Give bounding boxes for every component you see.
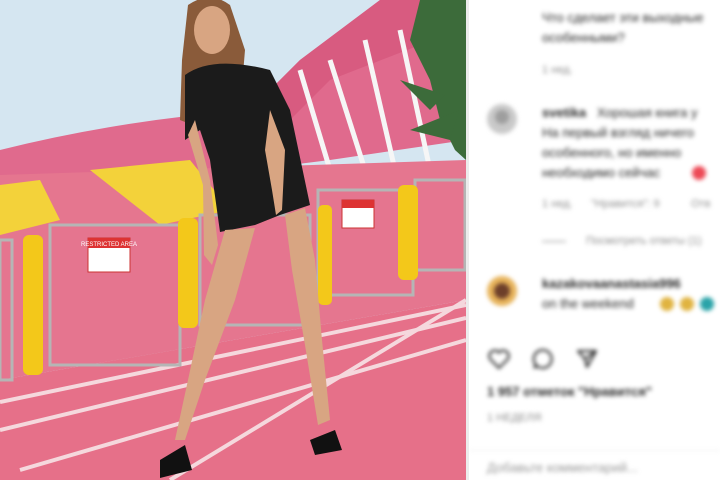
- comment-2-username[interactable]: svetika: [542, 105, 586, 120]
- comment-2-time: 1 нед.: [542, 198, 573, 210]
- avatar[interactable]: [487, 276, 517, 306]
- comment-icon[interactable]: [531, 347, 555, 371]
- comment-3-line1: on the weekend: [542, 296, 634, 311]
- heart-icon[interactable]: [487, 347, 511, 371]
- photo-illustration: RESTRICTED AREA: [0, 0, 466, 480]
- comment-1-line2: особенными?: [542, 30, 625, 45]
- comment-2-line3: особенного, но именно: [542, 145, 682, 160]
- comment-2-line4: необходимо сейчас: [542, 165, 661, 180]
- comment-2-line2: На первый взгляд ничего: [542, 125, 694, 140]
- comment-1-line1: Что сделает эти выходные: [542, 10, 704, 25]
- comment-2-reply-button[interactable]: Отв: [691, 198, 710, 210]
- comment-3-username[interactable]: kazakovaanastasia996: [542, 276, 681, 291]
- send-icon[interactable]: [575, 347, 599, 371]
- post-photo[interactable]: RESTRICTED AREA: [0, 0, 466, 480]
- comments-panel: Что сделает эти выходные особенными? 1 н…: [469, 0, 720, 480]
- avatar[interactable]: [487, 104, 517, 134]
- emoji-icon: [700, 297, 714, 311]
- comment-2-line1: Хорошая книга у: [597, 105, 698, 120]
- view-replies-button[interactable]: Посмотреть ответы (1): [586, 235, 702, 247]
- sign-text: RESTRICTED AREA: [81, 242, 137, 248]
- view-replies-divider: [542, 241, 566, 242]
- add-comment-bar: Добавьте комментарий...: [469, 450, 720, 480]
- post-time: 1 НЕДЕЛЯ: [487, 412, 542, 424]
- add-comment-input[interactable]: Добавьте комментарий...: [487, 460, 638, 475]
- comment-1-time: 1 нед.: [542, 64, 573, 76]
- comment-2-likes[interactable]: "Нравится": 9: [591, 198, 660, 210]
- emoji-icon: [680, 297, 694, 311]
- likes-count[interactable]: 1 957 отметок "Нравится": [487, 384, 652, 399]
- heart-emoji-icon: [692, 166, 706, 180]
- emoji-icon: [660, 297, 674, 311]
